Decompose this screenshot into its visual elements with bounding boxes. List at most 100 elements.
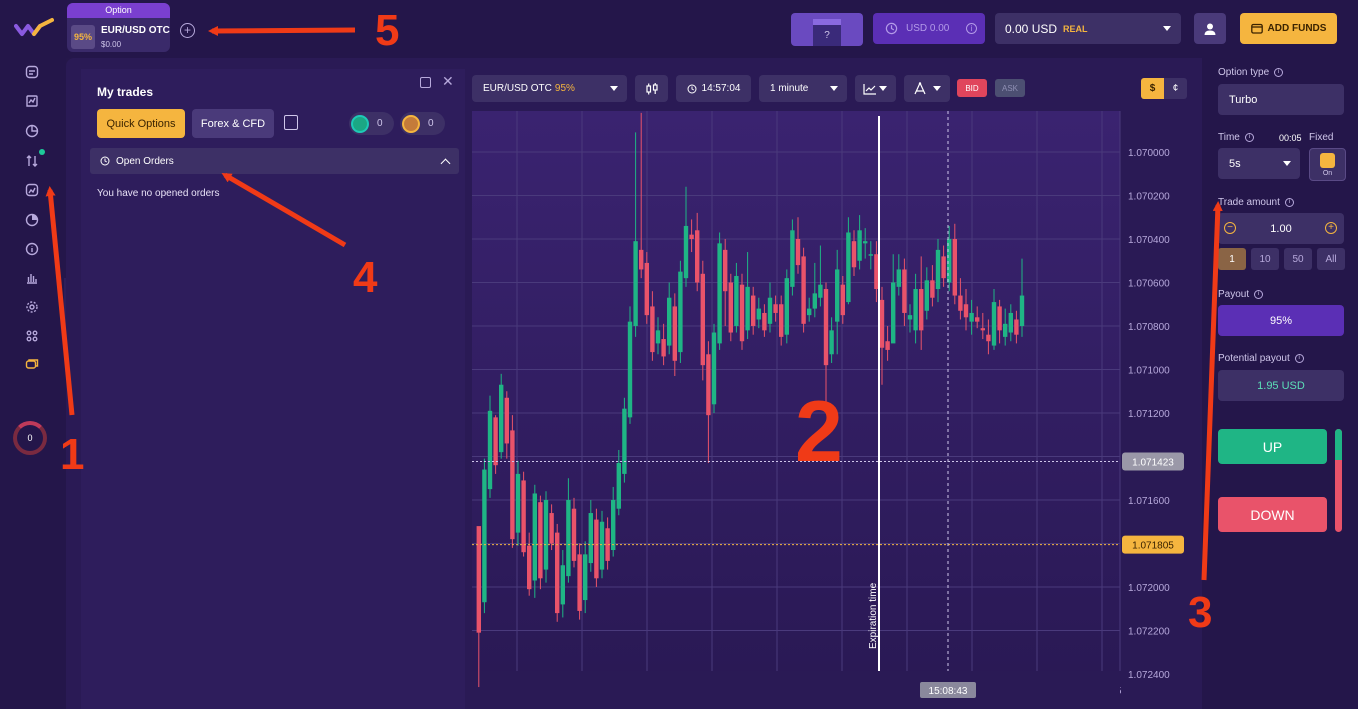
clock-icon [100, 156, 110, 166]
fixed-state: On [1322, 170, 1333, 177]
stats-icon[interactable] [23, 211, 41, 229]
candle [515, 473, 521, 533]
annotation-number: 3 [1188, 588, 1213, 637]
interval-selector[interactable]: 1 minute [759, 75, 847, 102]
timer-icon [885, 22, 898, 35]
candle [616, 463, 621, 509]
indicators-button[interactable] [855, 75, 896, 102]
candle [695, 230, 700, 283]
asset-tab[interactable]: Option 95% EUR/USD OTC $0.00 [67, 3, 170, 52]
analytics-icon[interactable] [23, 92, 41, 110]
info-icon[interactable] [23, 240, 41, 258]
pending-trades-counter[interactable]: 0 [400, 112, 445, 135]
quick-amount-50[interactable]: 50 [1284, 248, 1312, 270]
candle [510, 430, 515, 540]
y-tick-label: 1.072000 [1128, 583, 1170, 594]
payout-value: 95% [1218, 305, 1344, 336]
settings-icon[interactable] [23, 298, 41, 316]
candle [667, 297, 672, 346]
trading-icon[interactable] [23, 122, 41, 140]
chart-bars-icon[interactable] [23, 269, 41, 287]
tab-quick-options[interactable]: Quick Options [97, 109, 185, 138]
candle [919, 289, 924, 331]
candle [874, 254, 879, 290]
community-icon[interactable] [23, 327, 41, 345]
expiration-label: Expiration time [868, 582, 879, 649]
up-button[interactable]: UP [1218, 429, 1327, 464]
annotation-number: 2 [795, 384, 843, 480]
potential-payout-label: Potential payout i [1218, 353, 1304, 364]
currency-cent-toggle[interactable]: ¢ [1164, 78, 1187, 99]
balance-dropdown[interactable]: 0.00 USD REAL [995, 13, 1181, 44]
time-select[interactable]: 5s [1218, 148, 1300, 179]
candle [661, 339, 666, 357]
asset-tab-name: EUR/USD OTC [101, 25, 170, 36]
info-icon: i [1244, 133, 1254, 142]
candle [773, 304, 778, 313]
chart-type-button[interactable] [635, 75, 668, 102]
candle [739, 284, 745, 342]
fixed-toggle[interactable]: On [1309, 148, 1346, 181]
candle [549, 513, 554, 544]
assets-icon[interactable] [23, 181, 41, 199]
candle [1019, 295, 1025, 326]
candle [577, 554, 582, 611]
candle [902, 269, 907, 313]
profile-button[interactable] [1194, 13, 1226, 44]
active-trades-counter[interactable]: 0 [349, 112, 394, 135]
time-value: 00:05 [1279, 133, 1302, 143]
chevron-down-icon [1163, 26, 1171, 31]
ask-toggle[interactable]: ASK [995, 79, 1025, 97]
tab-forex-cfd[interactable]: Forex & CFD [192, 109, 274, 138]
add-tab-button[interactable]: + [180, 23, 195, 38]
annotation-number: 4 [353, 253, 378, 302]
quick-amount-all[interactable]: All [1317, 248, 1345, 270]
account-type: REAL [1063, 23, 1088, 34]
trades-icon[interactable] [23, 63, 41, 81]
down-button[interactable]: DOWN [1218, 497, 1327, 532]
candle [482, 469, 487, 603]
info-icon: i [1254, 290, 1264, 299]
candle [756, 308, 761, 320]
logo-icon[interactable] [14, 16, 54, 40]
candle [594, 519, 599, 579]
signals-icon[interactable] [23, 152, 41, 170]
quick-amount-10[interactable]: 10 [1251, 248, 1279, 270]
add-funds-button[interactable]: ADD FUNDS [1240, 13, 1337, 44]
quick-amount-1[interactable]: 1 [1218, 248, 1246, 270]
currency-usd-toggle[interactable]: $ [1141, 78, 1164, 99]
chevron-down-icon [1283, 161, 1291, 166]
candle [751, 295, 756, 326]
chat-icon[interactable] [23, 356, 41, 374]
strike-price-label: 1.071423 [1132, 458, 1174, 469]
info-icon[interactable]: i [966, 23, 977, 34]
plus-icon[interactable]: + [1325, 222, 1337, 234]
candle [655, 330, 661, 344]
candle [1014, 319, 1019, 335]
calendar-icon[interactable] [284, 115, 298, 130]
wallet-icon [1250, 23, 1263, 34]
panel-title: My trades [97, 85, 154, 99]
minus-icon[interactable]: − [1224, 222, 1236, 234]
gift-box-icon: ? [813, 19, 841, 46]
candle [571, 508, 577, 561]
drawing-tools-button[interactable] [904, 75, 950, 102]
mystery-box-button[interactable]: ? [791, 13, 863, 46]
bonus-balance[interactable]: USD 0.00 i [873, 13, 985, 44]
open-orders-header[interactable]: Open Orders [90, 148, 459, 174]
bid-toggle[interactable]: BID [957, 79, 987, 97]
candle [644, 262, 649, 316]
candle [476, 526, 481, 633]
candle [963, 304, 969, 318]
close-icon[interactable]: ✕ [442, 73, 454, 90]
candle [885, 341, 890, 350]
level-ring[interactable]: 0 [13, 421, 47, 455]
expiration-time-label: 15:08:43 [929, 686, 968, 697]
minimize-icon[interactable] [420, 77, 431, 88]
option-type-select[interactable]: Turbo [1218, 84, 1344, 115]
asset-selector[interactable]: EUR/USD OTC 95% [472, 75, 627, 102]
candle [683, 225, 689, 279]
chevron-down-icon [830, 86, 838, 91]
fixed-label: Fixed [1309, 132, 1334, 143]
candle [801, 256, 806, 324]
